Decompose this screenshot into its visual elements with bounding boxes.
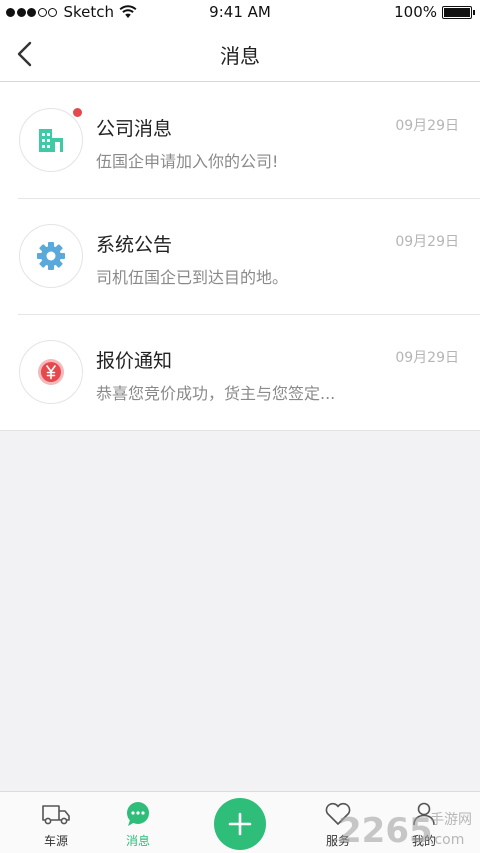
tab-label: 车源: [43, 834, 68, 848]
add-button[interactable]: [214, 798, 266, 850]
status-bar: Sketch 9:41 AM 100%: [0, 0, 480, 26]
status-right: 100%: [394, 3, 475, 21]
message-item-quote[interactable]: 报价通知 恭喜您竞价成功，货主与您签定... 09月29日: [0, 314, 480, 430]
chat-bubble-icon: [120, 800, 156, 828]
message-list: 公司消息 伍国企申请加入你的公司! 09月29日 系统公告 司机伍国企已到达目的…: [0, 82, 480, 431]
heart-icon: [320, 800, 356, 828]
message-avatar: [19, 108, 83, 172]
message-date: 09月29日: [395, 234, 459, 250]
message-item-company[interactable]: 公司消息 伍国企申请加入你的公司! 09月29日: [0, 82, 480, 198]
navigation-bar: 消息: [0, 26, 480, 82]
tab-label: 我的: [411, 834, 436, 848]
tab-label: 消息: [125, 834, 150, 848]
tab-label: 服务: [325, 834, 350, 848]
tab-messages[interactable]: 消息: [108, 792, 168, 853]
truck-icon: [38, 800, 74, 828]
message-avatar: [19, 224, 83, 288]
message-avatar: [19, 340, 83, 404]
battery-icon: [442, 5, 475, 19]
tab-services[interactable]: 服务: [308, 792, 368, 853]
message-item-system[interactable]: 系统公告 司机伍国企已到达目的地。 09月29日: [0, 198, 480, 314]
message-date: 09月29日: [395, 118, 459, 134]
battery-percent: 100%: [394, 3, 437, 21]
company-building-icon: [39, 129, 63, 152]
message-preview: 伍国企申请加入你的公司!: [96, 152, 279, 171]
message-title: 公司消息: [96, 118, 173, 140]
tab-car-source[interactable]: 车源: [26, 792, 86, 853]
gear-icon: [37, 242, 65, 270]
unread-badge: [73, 108, 82, 117]
message-preview: 恭喜您竞价成功，货主与您签定...: [96, 384, 336, 403]
plus-icon: [228, 812, 252, 836]
message-title: 报价通知: [96, 350, 173, 372]
page-title: 消息: [220, 44, 260, 68]
message-preview: 司机伍国企已到达目的地。: [96, 268, 289, 287]
tab-mine[interactable]: 我的: [394, 792, 454, 853]
yen-coin-icon: [38, 359, 64, 385]
person-icon: [406, 800, 442, 828]
message-title: 系统公告: [96, 234, 173, 256]
message-date: 09月29日: [395, 350, 459, 366]
